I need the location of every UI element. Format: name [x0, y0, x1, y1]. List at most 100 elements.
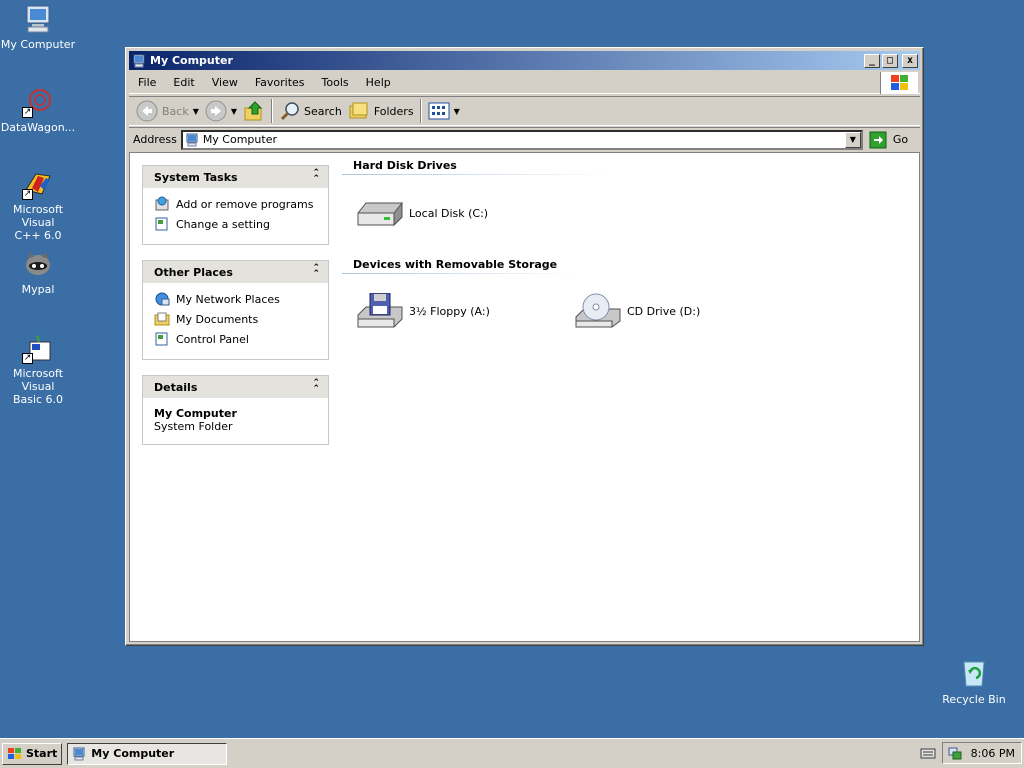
- start-button[interactable]: Start: [2, 742, 63, 765]
- up-folder-button[interactable]: [240, 98, 268, 124]
- desktop-icon-label: C++ 6.0: [14, 229, 62, 242]
- window-title: My Computer: [150, 54, 233, 67]
- details-title: Details: [154, 380, 198, 394]
- desktop-icon-label: Basic 6.0: [12, 393, 64, 406]
- menu-view[interactable]: View: [203, 76, 246, 89]
- network-places-icon: [155, 292, 170, 306]
- other-places-title: Other Places: [154, 265, 233, 279]
- forward-button[interactable]: ▼: [202, 98, 240, 124]
- collapse-chevron-icon[interactable]: ⌃ ⌃: [312, 264, 320, 279]
- minimize-button[interactable]: _: [864, 53, 880, 68]
- desktop-icon-visual-cpp[interactable]: ↗ Microsoft Visual C++ 6.0: [0, 168, 78, 242]
- window-titlebar[interactable]: My Computer _ □ x: [129, 51, 920, 70]
- collapse-chevron-icon[interactable]: ⌃ ⌃: [312, 379, 320, 394]
- taskbar-item-label: My Computer: [91, 747, 175, 760]
- my-documents-icon: [154, 312, 170, 326]
- recycle-bin-icon: [958, 658, 990, 690]
- taskbar-item-my-computer[interactable]: My Computer: [67, 742, 228, 765]
- go-label: Go: [892, 133, 909, 146]
- close-button[interactable]: x: [902, 53, 918, 68]
- control-panel-link[interactable]: Control Panel: [154, 329, 328, 349]
- drive-label: CD Drive (D:): [627, 304, 701, 318]
- drive-label: 3½ Floppy (A:): [409, 304, 490, 318]
- collapse-chevron-icon[interactable]: ⌃ ⌃: [312, 169, 320, 184]
- search-icon: [280, 102, 299, 121]
- desktop-icon-datawagon[interactable]: ↗ DataWagon...: [0, 86, 78, 134]
- details-type: System Folder: [154, 420, 233, 433]
- desktop-icon-label: Mypal: [21, 283, 55, 296]
- removable-storage-heading: Devices with Removable Storage: [353, 258, 558, 271]
- link-label: My Documents: [176, 312, 259, 326]
- back-button[interactable]: Back ▼: [133, 98, 202, 124]
- my-network-places-link[interactable]: My Network Places: [154, 289, 328, 309]
- menu-edit[interactable]: Edit: [164, 76, 202, 89]
- datawagon-icon: ↗: [22, 86, 54, 118]
- network-status-icon[interactable]: [947, 745, 963, 761]
- cd-drive-icon: [575, 293, 621, 328]
- computer-icon: [73, 747, 85, 760]
- add-remove-programs-link[interactable]: Add or remove programs: [154, 194, 328, 214]
- windows-logo-icon: [880, 72, 918, 94]
- section-divider: [342, 174, 612, 175]
- system-tasks-header[interactable]: System Tasks ⌃ ⌃: [143, 166, 328, 188]
- search-button[interactable]: Search: [276, 98, 345, 124]
- forward-arrow-icon: [205, 100, 227, 122]
- computer-icon: [22, 3, 54, 35]
- add-remove-programs-icon: [155, 196, 169, 211]
- dropdown-arrow-icon: ▼: [230, 106, 238, 116]
- system-tray: 8:06 PM: [942, 742, 1022, 764]
- up-folder-icon: [244, 101, 263, 121]
- go-button[interactable]: Go: [869, 131, 908, 149]
- mypal-raccoon-icon: [22, 248, 54, 280]
- menu-bar: File Edit View Favorites Tools Help: [129, 72, 920, 94]
- section-divider: [342, 273, 577, 274]
- address-bar: Address My Computer ▼ Go: [129, 127, 920, 151]
- details-header[interactable]: Details ⌃ ⌃: [143, 376, 328, 398]
- my-documents-link[interactable]: My Documents: [154, 309, 328, 329]
- menu-favorites[interactable]: Favorites: [246, 76, 313, 89]
- shortcut-arrow-icon: ↗: [22, 107, 33, 118]
- link-label: Add or remove programs: [176, 197, 314, 211]
- drive-floppy-a[interactable]: 3½ Floppy (A:): [356, 293, 490, 329]
- hard-disk-icon: [357, 201, 403, 227]
- other-places-panel: Other Places ⌃ ⌃ My Network Places My Doc…: [142, 260, 329, 360]
- link-label: Control Panel: [176, 332, 249, 346]
- link-label: Change a setting: [176, 217, 270, 231]
- keyboard-icon[interactable]: [920, 746, 936, 760]
- desktop-icon-mypal[interactable]: Mypal: [0, 248, 78, 296]
- menu-help[interactable]: Help: [357, 76, 399, 89]
- views-button[interactable]: ▼: [425, 98, 463, 124]
- desktop-icon-recycle-bin[interactable]: Recycle Bin: [934, 658, 1014, 706]
- menu-tools[interactable]: Tools: [313, 76, 357, 89]
- desktop-icon-my-computer[interactable]: My Computer: [0, 3, 78, 51]
- address-value: My Computer: [202, 133, 277, 146]
- clock[interactable]: 8:06 PM: [971, 747, 1015, 760]
- desktop-icon-label: DataWagon...: [0, 121, 76, 134]
- visual-cpp-icon: ↗: [22, 168, 54, 200]
- control-panel-icon: [155, 332, 168, 346]
- back-arrow-icon: [136, 100, 158, 122]
- details-name: My Computer: [154, 407, 237, 420]
- folders-button[interactable]: Folders: [345, 98, 417, 124]
- dropdown-arrow-icon: ▼: [192, 106, 199, 116]
- address-input[interactable]: My Computer ▼: [180, 129, 863, 150]
- visual-basic-icon: ↗: [22, 332, 54, 364]
- explorer-content: System Tasks ⌃ ⌃ Add or remove programs C…: [129, 152, 920, 642]
- my-computer-window: My Computer _ □ x File Edit View Favorit…: [125, 47, 924, 646]
- other-places-header[interactable]: Other Places ⌃ ⌃: [143, 261, 328, 283]
- drive-label: Local Disk (C:): [409, 206, 489, 220]
- details-panel: Details ⌃ ⌃ My Computer System Folder: [142, 375, 329, 445]
- toolbar-separator: [419, 99, 422, 123]
- menu-file[interactable]: File: [129, 76, 164, 89]
- go-arrow-icon: [869, 131, 887, 148]
- control-panel-icon: [155, 217, 168, 231]
- search-label: Search: [304, 104, 342, 118]
- drive-local-disk-c[interactable]: Local Disk (C:): [356, 195, 488, 231]
- drive-cd-d[interactable]: CD Drive (D:): [574, 293, 700, 329]
- address-dropdown-button[interactable]: ▼: [844, 131, 861, 148]
- desktop-icon-visual-basic[interactable]: ↗ Microsoft Visual Basic 6.0: [0, 332, 78, 406]
- address-label: Address: [133, 133, 177, 146]
- maximize-button[interactable]: □: [882, 53, 898, 68]
- change-setting-link[interactable]: Change a setting: [154, 214, 328, 234]
- desktop-icon-label: Recycle Bin: [942, 693, 1006, 706]
